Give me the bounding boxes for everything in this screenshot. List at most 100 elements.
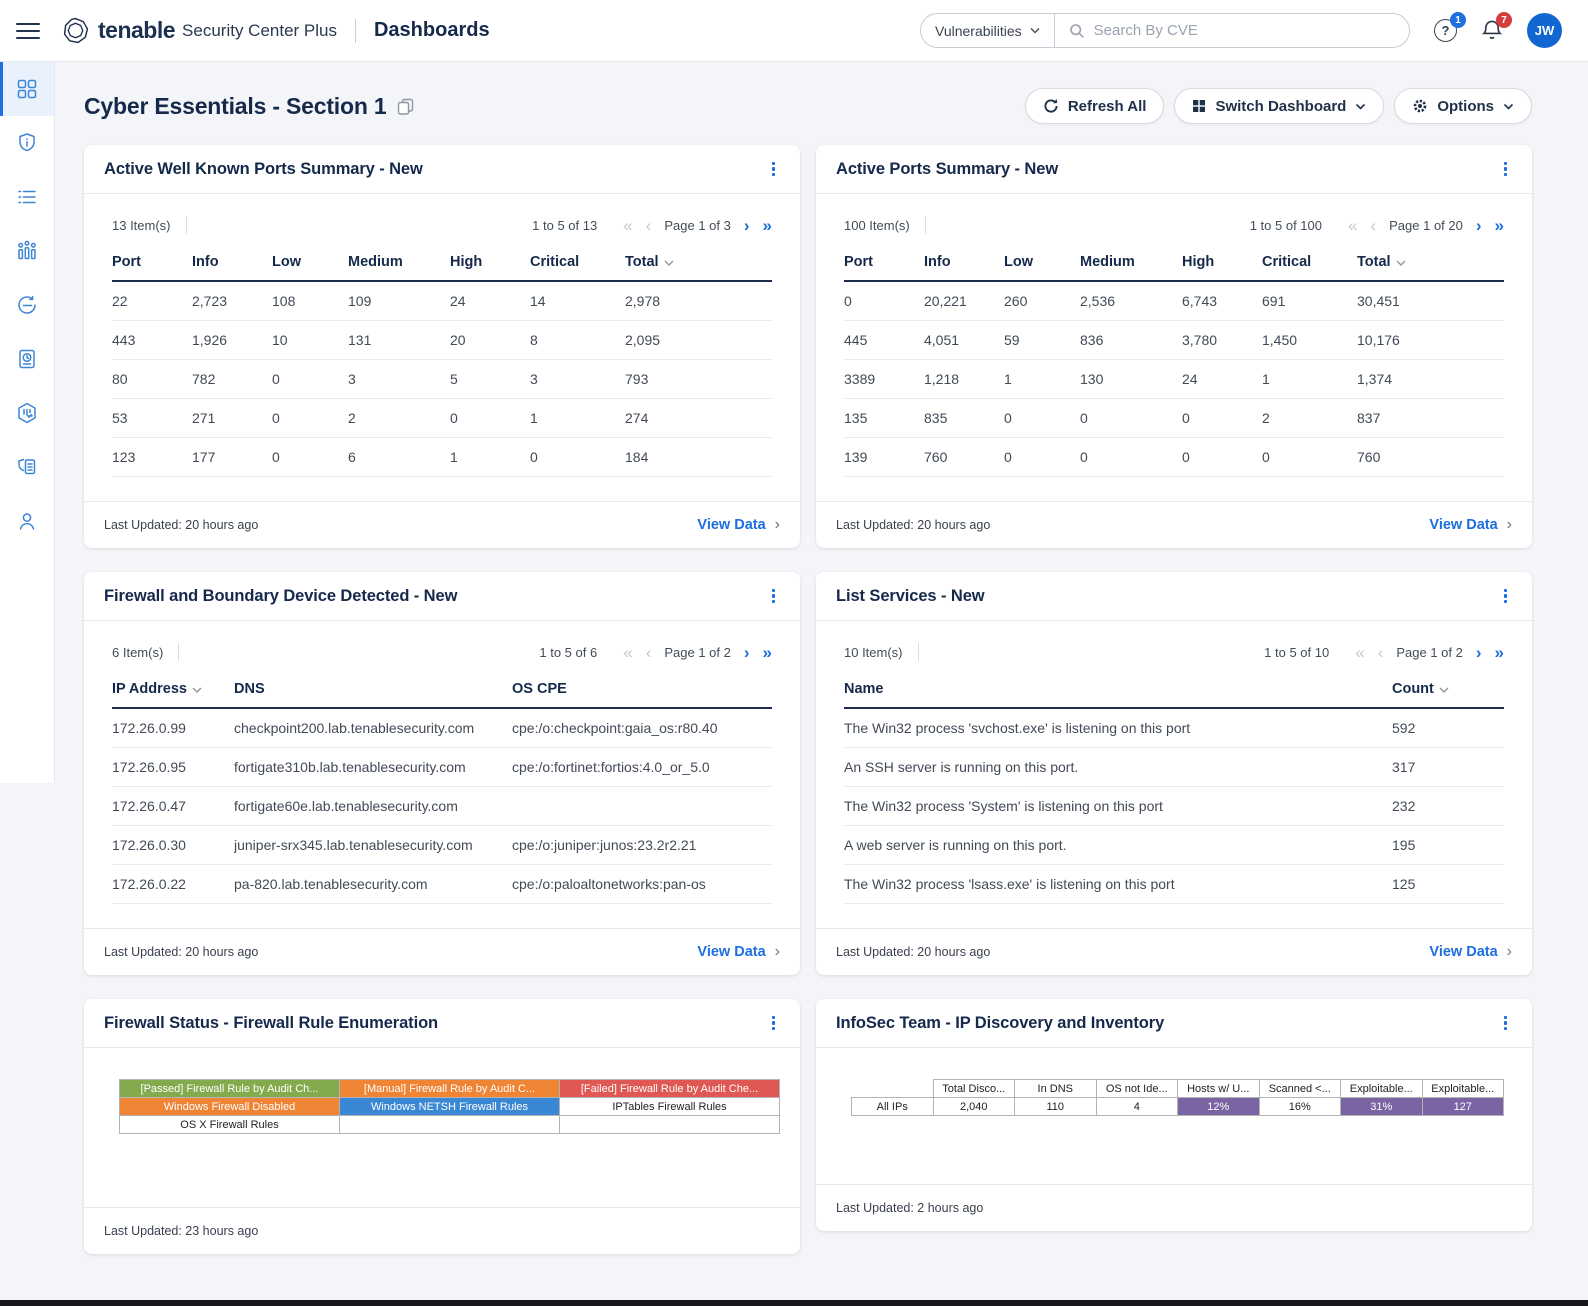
first-page-icon[interactable]: «: [623, 644, 632, 661]
matrix-cell[interactable]: OS not Ide...: [1096, 1080, 1178, 1098]
matrix-cell[interactable]: [560, 1116, 780, 1134]
last-page-icon[interactable]: »: [763, 217, 772, 234]
col-port[interactable]: Port: [844, 247, 924, 281]
last-page-icon[interactable]: »: [1495, 644, 1504, 661]
table-row[interactable]: An SSH server is running on this port.31…: [844, 747, 1504, 786]
col-info[interactable]: Info: [192, 247, 272, 281]
next-page-icon[interactable]: ›: [744, 644, 750, 661]
table-row[interactable]: 135835 00 02 837: [844, 398, 1504, 437]
kebab-menu-icon[interactable]: [1499, 157, 1513, 182]
col-low[interactable]: Low: [1004, 247, 1080, 281]
info-count-link[interactable]: 4,051: [924, 320, 1004, 359]
table-row[interactable]: 020,221 2602,536 6,743691 30,451: [844, 281, 1504, 320]
info-count-link[interactable]: 1,218: [924, 359, 1004, 398]
col-dns[interactable]: DNS: [234, 674, 512, 708]
info-count-link[interactable]: 835: [924, 398, 1004, 437]
table-row[interactable]: 172.26.0.47fortigate60e.lab.tenablesecur…: [112, 786, 772, 825]
table-row[interactable]: 33891,218 1130 241 1,374: [844, 359, 1504, 398]
search-input[interactable]: [1094, 22, 1395, 39]
matrix-cell[interactable]: Scanned <...: [1259, 1080, 1341, 1098]
info-count-link[interactable]: 760: [924, 437, 1004, 476]
help-button[interactable]: ? 1: [1434, 19, 1457, 42]
col-port[interactable]: Port: [112, 247, 192, 281]
matrix-cell[interactable]: 12%: [1178, 1098, 1260, 1116]
col-count[interactable]: Count: [1392, 674, 1504, 708]
last-page-icon[interactable]: »: [1495, 217, 1504, 234]
sidebar-item-solutions[interactable]: [0, 224, 54, 278]
table-row[interactable]: The Win32 process 'lsass.exe' is listeni…: [844, 864, 1504, 903]
matrix-cell[interactable]: Exploitable...: [1341, 1080, 1423, 1098]
avatar[interactable]: JW: [1527, 13, 1562, 48]
first-page-icon[interactable]: «: [1355, 644, 1364, 661]
info-count-link[interactable]: 2,723: [192, 281, 272, 320]
prev-page-icon[interactable]: ‹: [646, 217, 652, 234]
next-page-icon[interactable]: ›: [1476, 217, 1482, 234]
matrix-cell[interactable]: All IPs: [852, 1098, 934, 1116]
info-count-link[interactable]: 271: [192, 398, 272, 437]
col-medium[interactable]: Medium: [1080, 247, 1182, 281]
matrix-cell[interactable]: 31%: [1341, 1098, 1423, 1116]
next-page-icon[interactable]: ›: [1476, 644, 1482, 661]
col-total[interactable]: Total: [1357, 247, 1504, 281]
kebab-menu-icon[interactable]: [767, 157, 781, 182]
matrix-cell[interactable]: 16%: [1259, 1098, 1341, 1116]
col-medium[interactable]: Medium: [348, 247, 450, 281]
table-row[interactable]: 172.26.0.30juniper-srx345.lab.tenablesec…: [112, 825, 772, 864]
menu-icon[interactable]: [16, 23, 40, 39]
matrix-cell[interactable]: [Failed] Firewall Rule by Audit Che...: [560, 1080, 780, 1098]
first-page-icon[interactable]: «: [1348, 217, 1357, 234]
sidebar-item-plugins[interactable]: [0, 386, 54, 440]
sidebar-item-assets[interactable]: [0, 116, 54, 170]
first-page-icon[interactable]: «: [623, 217, 632, 234]
table-row[interactable]: The Win32 process 'System' is listening …: [844, 786, 1504, 825]
table-row[interactable]: The Win32 process 'svchost.exe' is liste…: [844, 708, 1504, 747]
col-critical[interactable]: Critical: [530, 247, 625, 281]
matrix-cell[interactable]: Total Disco...: [933, 1080, 1015, 1098]
table-row[interactable]: A web server is running on this port.195: [844, 825, 1504, 864]
table-row[interactable]: 172.26.0.95fortigate310b.lab.tenablesecu…: [112, 747, 772, 786]
matrix-cell[interactable]: 127: [1422, 1098, 1504, 1116]
matrix-cell[interactable]: OS X Firewall Rules: [120, 1116, 340, 1134]
sidebar-item-scans[interactable]: [0, 278, 54, 332]
options-button[interactable]: Options: [1394, 88, 1532, 124]
col-info[interactable]: Info: [924, 247, 1004, 281]
prev-page-icon[interactable]: ‹: [1370, 217, 1376, 234]
prev-page-icon[interactable]: ‹: [646, 644, 652, 661]
col-high[interactable]: High: [450, 247, 530, 281]
matrix-cell[interactable]: 110: [1015, 1098, 1097, 1116]
matrix-cell[interactable]: Windows NETSH Firewall Rules: [340, 1098, 560, 1116]
matrix-cell[interactable]: [Passed] Firewall Rule by Audit Ch...: [120, 1080, 340, 1098]
kebab-menu-icon[interactable]: [1499, 1011, 1513, 1036]
matrix-cell[interactable]: Windows Firewall Disabled: [120, 1098, 340, 1116]
info-count-link[interactable]: 1,926: [192, 320, 272, 359]
matrix-cell[interactable]: In DNS: [1015, 1080, 1097, 1098]
matrix-cell[interactable]: 2,040: [933, 1098, 1015, 1116]
matrix-cell[interactable]: 4: [1096, 1098, 1178, 1116]
view-data-link[interactable]: View Data›: [1429, 944, 1512, 960]
table-row[interactable]: 4431,926 10131 208 2,095: [112, 320, 772, 359]
last-page-icon[interactable]: »: [763, 644, 772, 661]
matrix-cell[interactable]: [340, 1116, 560, 1134]
table-row[interactable]: 4454,051 59836 3,7801,450 10,176: [844, 320, 1504, 359]
view-data-link[interactable]: View Data›: [1429, 517, 1512, 533]
table-row[interactable]: 172.26.0.22pa-820.lab.tenablesecurity.co…: [112, 864, 772, 903]
matrix-cell[interactable]: IPTables Firewall Rules: [560, 1098, 780, 1116]
kebab-menu-icon[interactable]: [767, 584, 781, 609]
info-count-link[interactable]: 177: [192, 437, 272, 476]
table-row[interactable]: 53271 02 01 274: [112, 398, 772, 437]
col-critical[interactable]: Critical: [1262, 247, 1357, 281]
search-scope-dropdown[interactable]: Vulnerabilities: [921, 14, 1055, 47]
sidebar-item-dashboards[interactable]: [0, 62, 54, 116]
col-low[interactable]: Low: [272, 247, 348, 281]
col-high[interactable]: High: [1182, 247, 1262, 281]
sidebar-item-analysis[interactable]: [0, 170, 54, 224]
info-count-link[interactable]: 782: [192, 359, 272, 398]
kebab-menu-icon[interactable]: [1499, 584, 1513, 609]
info-count-link[interactable]: 20,221: [924, 281, 1004, 320]
notifications-button[interactable]: 7: [1481, 19, 1503, 42]
switch-dashboard-button[interactable]: Switch Dashboard: [1174, 88, 1384, 124]
table-row[interactable]: 80782 03 53 793: [112, 359, 772, 398]
copy-icon[interactable]: [397, 98, 414, 115]
view-data-link[interactable]: View Data›: [697, 944, 780, 960]
col-os-cpe[interactable]: OS CPE: [512, 674, 772, 708]
